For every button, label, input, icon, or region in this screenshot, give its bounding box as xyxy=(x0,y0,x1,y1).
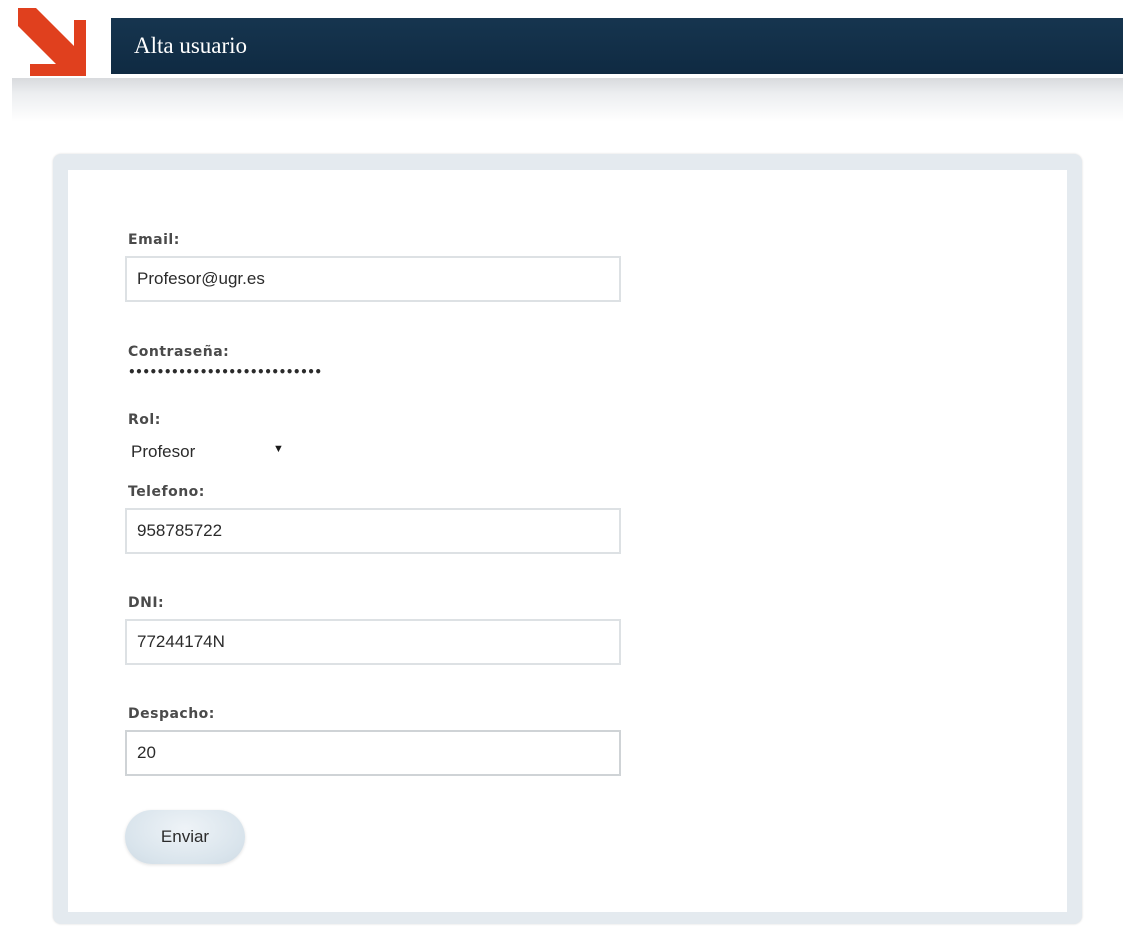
header-shadow xyxy=(12,78,1123,122)
user-form: Email: Contraseña: •••••••••••••••••••••… xyxy=(68,170,1067,912)
form-card: Email: Contraseña: •••••••••••••••••••••… xyxy=(53,154,1082,924)
page: Alta usuario Email: Contraseña: ••••••••… xyxy=(0,0,1123,926)
email-field[interactable] xyxy=(125,256,621,302)
submit-button[interactable]: Enviar xyxy=(125,810,245,864)
despacho-field[interactable] xyxy=(125,730,621,776)
despacho-label: Despacho: xyxy=(128,706,215,722)
dni-field[interactable] xyxy=(125,619,621,665)
header-bar: Alta usuario xyxy=(111,18,1123,74)
telefono-label: Telefono: xyxy=(128,484,205,500)
arrow-down-right-icon xyxy=(18,8,86,76)
rol-select-value[interactable]: Profesor xyxy=(131,442,195,462)
dropdown-arrow-icon[interactable]: ▼ xyxy=(273,443,284,455)
dni-label: DNI: xyxy=(128,595,165,611)
password-field[interactable]: ••••••••••••••••••••••••••• xyxy=(128,365,322,379)
rol-label: Rol: xyxy=(128,412,161,428)
telefono-field[interactable] xyxy=(125,508,621,554)
password-label: Contraseña: xyxy=(128,344,230,360)
page-title: Alta usuario xyxy=(134,33,248,58)
email-label: Email: xyxy=(128,232,180,248)
